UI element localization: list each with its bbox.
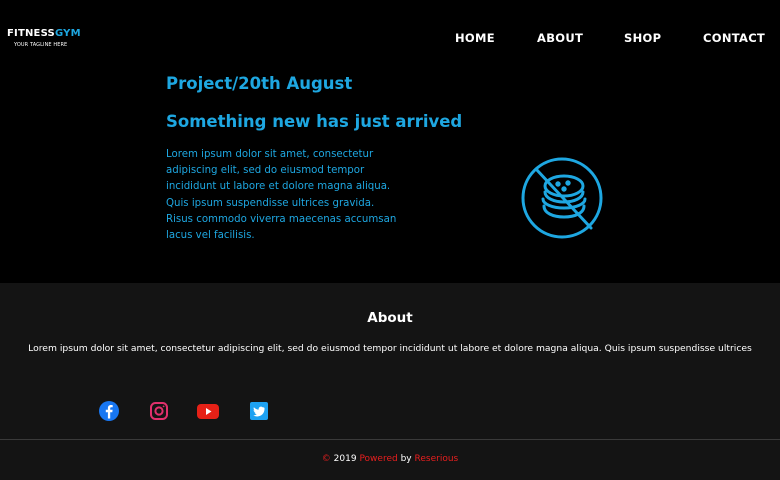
footer-title: About [367, 310, 413, 326]
powered-link[interactable]: Powered [359, 454, 397, 464]
nav-shop-link[interactable]: SHOP [624, 31, 661, 45]
instagram-icon[interactable] [148, 400, 170, 422]
post-subtitle: Something new has just arrived [166, 112, 463, 131]
copyright-symbol: © [321, 454, 331, 464]
footer-about-text: Lorem ipsum dolor sit amet, consectetur … [28, 343, 752, 354]
nav-home-link[interactable]: HOME [455, 31, 495, 45]
post-body: Lorem ipsum dolor sit amet, consectetur … [166, 149, 397, 242]
youtube-icon[interactable] [196, 400, 219, 422]
post-title: Project/20th August [166, 74, 353, 93]
copyright-text: © 2019 Powered by Reserious [0, 454, 780, 464]
twitter-icon[interactable] [248, 400, 270, 422]
no-burger-icon [520, 156, 604, 240]
copyright-by: by [400, 454, 412, 464]
facebook-icon[interactable] [98, 400, 120, 422]
company-link[interactable]: Reserious [415, 454, 459, 464]
nav-about-link[interactable]: ABOUT [537, 31, 583, 45]
main-nav: HOME ABOUT SHOP CONTACT [0, 31, 780, 45]
site-footer: About Lorem ipsum dolor sit amet, consec… [0, 283, 780, 440]
nav-contact-link[interactable]: CONTACT [703, 31, 765, 45]
copyright-bar: © 2019 Powered by Reserious [0, 440, 780, 480]
copyright-year: 2019 [333, 454, 357, 464]
post-section: Project/20th August Something new has ju… [0, 70, 780, 283]
site-header: FITNESSGYM YOUR TAGLINE HERE HOME ABOUT … [0, 0, 780, 70]
